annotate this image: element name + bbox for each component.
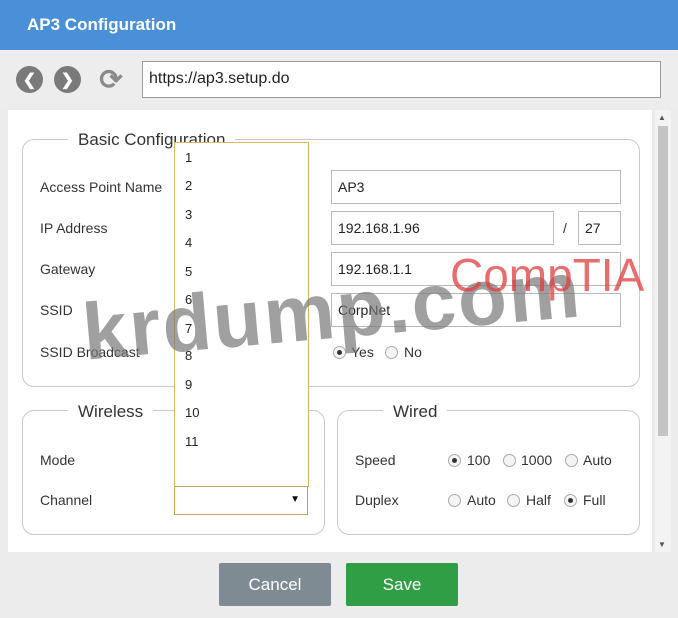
ap-name-label: Access Point Name	[40, 179, 163, 195]
scrollbar-thumb[interactable]	[658, 126, 668, 436]
scroll-down-icon[interactable]: ▼	[658, 540, 666, 549]
duplex-full-radio[interactable]	[564, 494, 577, 507]
back-arrow-icon[interactable]: ❮	[16, 66, 43, 93]
speed-label: Speed	[355, 452, 396, 468]
gateway-field[interactable]: 192.168.1.1	[331, 252, 621, 286]
channel-select[interactable]: ▼	[174, 486, 308, 515]
channel-option[interactable]: 5	[185, 264, 192, 279]
channel-option[interactable]: 2	[185, 178, 192, 193]
footer-bar	[0, 553, 678, 618]
ssid-field[interactable]: CorpNet	[331, 293, 621, 327]
channel-option[interactable]: 9	[185, 377, 192, 392]
duplex-auto-radio[interactable]	[448, 494, 461, 507]
broadcast-yes-radio[interactable]	[333, 346, 346, 359]
broadcast-no-radio[interactable]	[385, 346, 398, 359]
refresh-icon[interactable]: ⟳	[95, 64, 127, 96]
speed-1000-radio[interactable]	[503, 454, 516, 467]
ip-address-field[interactable]: 192.168.1.96	[331, 211, 554, 245]
wired-legend: Wired	[383, 402, 448, 422]
channel-option[interactable]: 11	[185, 434, 199, 449]
speed-auto-label: Auto	[583, 452, 612, 468]
scroll-up-icon[interactable]: ▲	[658, 113, 666, 122]
duplex-full-label: Full	[583, 492, 606, 508]
ip-address-label: IP Address	[40, 220, 108, 236]
speed-auto-radio[interactable]	[565, 454, 578, 467]
broadcast-no-label: No	[404, 344, 422, 360]
channel-option[interactable]: 8	[185, 348, 192, 363]
cancel-button[interactable]: Cancel	[219, 563, 331, 606]
title-bar: AP3 Configuration	[0, 0, 678, 50]
channel-option[interactable]: 6	[185, 292, 192, 307]
channel-label: Channel	[40, 492, 93, 508]
speed-100-label: 100	[467, 452, 491, 468]
dropdown-arrow-icon[interactable]: ▼	[290, 494, 300, 505]
ssid-broadcast-label: SSID Broadcast	[40, 344, 140, 360]
mode-label: Mode	[40, 452, 76, 468]
speed-1000-label: 1000	[521, 452, 553, 468]
subnet-mask-field[interactable]: 27	[578, 211, 621, 245]
url-field[interactable]: https://ap3.setup.do	[142, 61, 661, 98]
wireless-legend: Wireless	[68, 402, 154, 422]
forward-arrow-icon[interactable]: ❯	[54, 66, 81, 93]
duplex-auto-label: Auto	[467, 492, 496, 508]
duplex-label: Duplex	[355, 492, 399, 508]
speed-100-radio[interactable]	[448, 454, 461, 467]
channel-option[interactable]: 10	[185, 405, 199, 420]
mask-slash: /	[563, 220, 567, 236]
window-title: AP3 Configuration	[27, 15, 177, 34]
ssid-label: SSID	[40, 302, 73, 318]
channel-option[interactable]: 4	[185, 235, 192, 250]
channel-option[interactable]: 7	[185, 321, 192, 336]
save-button[interactable]: Save	[346, 563, 458, 606]
ap-name-field[interactable]: AP3	[331, 170, 621, 204]
gateway-label: Gateway	[40, 261, 96, 277]
channel-dropdown-list[interactable]: 1 2 3 4 5 6 7 8 9 10 11	[174, 142, 309, 487]
duplex-half-label: Half	[526, 492, 551, 508]
duplex-half-radio[interactable]	[507, 494, 520, 507]
wired-section	[337, 410, 640, 535]
broadcast-yes-label: Yes	[351, 344, 374, 360]
channel-option[interactable]: 1	[185, 150, 192, 165]
channel-option[interactable]: 3	[185, 207, 192, 222]
